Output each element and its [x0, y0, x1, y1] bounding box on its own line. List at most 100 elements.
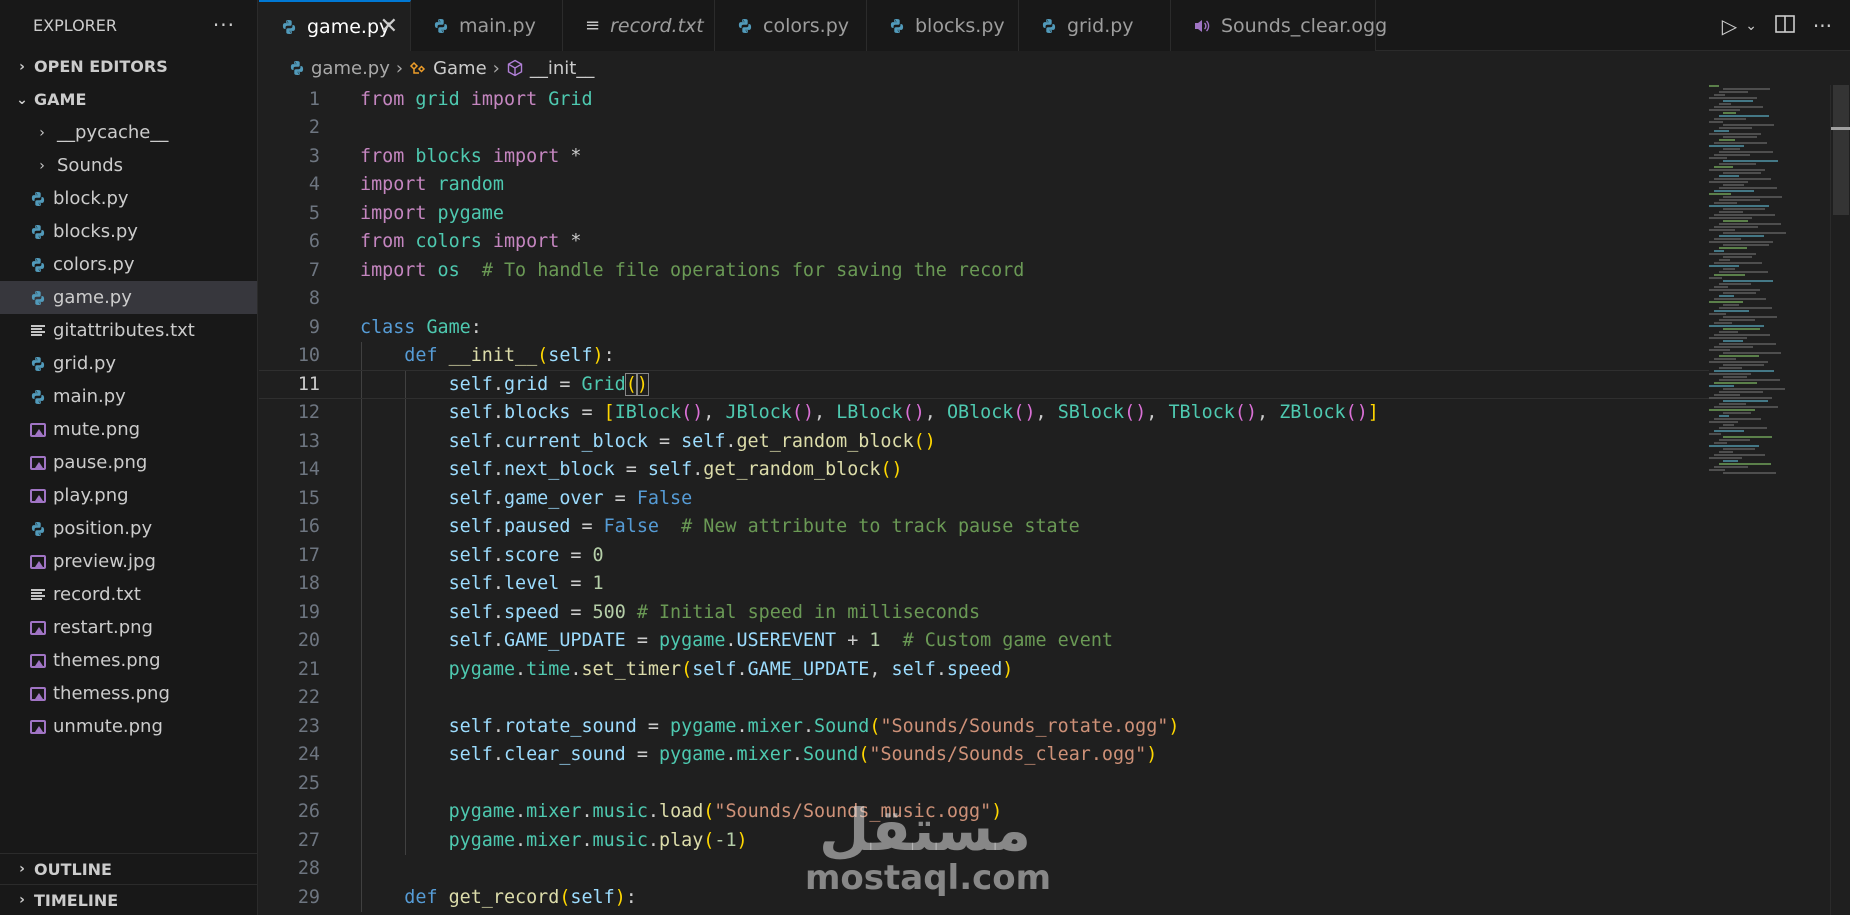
code-text: self.game_over = False: [448, 487, 693, 509]
minimap-line: [1723, 280, 1774, 282]
workspace-section[interactable]: ⌄ GAME: [0, 83, 257, 116]
tab-record-txt[interactable]: ≡ record.txt: [563, 0, 715, 51]
code-line[interactable]: 11 self.grid = Grid(): [259, 370, 1709, 399]
tree-folder[interactable]: › Sounds: [0, 149, 257, 182]
minimap-line: [1723, 100, 1754, 102]
tab-grid-py[interactable]: grid.py: [1019, 0, 1171, 51]
tree-file[interactable]: mute.png: [0, 413, 257, 446]
code-line[interactable]: 25: [259, 769, 1709, 798]
minimap-line: [1709, 241, 1773, 243]
cursor-position-marker: [1831, 127, 1850, 130]
tree-item-label: mute.png: [53, 419, 141, 440]
line-number: 21: [297, 658, 320, 680]
tree-file[interactable]: block.py: [0, 182, 257, 215]
tree-file[interactable]: restart.png: [0, 611, 257, 644]
code-line[interactable]: 15 self.game_over = False: [259, 484, 1709, 513]
line-number: 7: [308, 259, 320, 281]
code-line[interactable]: 22: [259, 684, 1709, 713]
open-editors-label: OPEN EDITORS: [34, 57, 168, 76]
run-dropdown-icon[interactable]: ⌄: [1745, 18, 1757, 34]
code-line[interactable]: 5 import pygame: [259, 199, 1709, 228]
code-line[interactable]: 3 from blocks import *: [259, 142, 1709, 171]
code-line[interactable]: 13 self.current_block = self.get_random_…: [259, 427, 1709, 456]
breadcrumb-class[interactable]: Game: [409, 58, 487, 79]
more-actions-icon[interactable]: ···: [1813, 14, 1832, 38]
tree-file[interactable]: game.py: [0, 281, 257, 314]
minimap-line: [1723, 316, 1778, 318]
code-line[interactable]: 6 from colors import *: [259, 228, 1709, 257]
line-number: 23: [297, 715, 320, 737]
tree-file[interactable]: play.png: [0, 479, 257, 512]
code-line[interactable]: 9 class Game:: [259, 313, 1709, 342]
code-line[interactable]: 21 pygame.time.set_timer(self.GAME_UPDAT…: [259, 655, 1709, 684]
tree-file[interactable]: colors.py: [0, 248, 257, 281]
minimap[interactable]: [1709, 85, 1799, 505]
timeline-panel[interactable]: › TIMELINE: [0, 884, 258, 915]
minimap-line: [1713, 310, 1749, 312]
breadcrumb-method[interactable]: __init__: [506, 58, 594, 79]
code-line[interactable]: 2: [259, 114, 1709, 143]
code-line[interactable]: 14 self.next_block = self.get_random_blo…: [259, 456, 1709, 485]
code-line[interactable]: 1 from grid import Grid: [259, 85, 1709, 114]
image-file-icon: [25, 455, 51, 470]
outline-panel[interactable]: › OUTLINE: [0, 853, 258, 884]
minimap-line: [1709, 169, 1765, 171]
tree-file[interactable]: themess.png: [0, 677, 257, 710]
minimap-line: [1723, 292, 1757, 294]
vertical-scrollbar[interactable]: [1830, 85, 1850, 915]
code-line[interactable]: 23 self.rotate_sound = pygame.mixer.Soun…: [259, 712, 1709, 741]
code-text: import pygame: [360, 202, 504, 224]
tree-file[interactable]: position.py: [0, 512, 257, 545]
split-editor-icon[interactable]: [1775, 14, 1795, 38]
tree-folder[interactable]: › __pycache__: [0, 116, 257, 149]
tree-file[interactable]: gitattributes.txt: [0, 314, 257, 347]
minimap-line: [1709, 289, 1760, 291]
code-line[interactable]: 4 import random: [259, 171, 1709, 200]
close-icon[interactable]: ✕: [380, 14, 398, 39]
code-line[interactable]: 24 self.clear_sound = pygame.mixer.Sound…: [259, 741, 1709, 770]
minimap-line: [1718, 379, 1780, 381]
tree-file[interactable]: blocks.py: [0, 215, 257, 248]
code-line[interactable]: 20 self.GAME_UPDATE = pygame.USEREVENT +…: [259, 627, 1709, 656]
code-line[interactable]: 7 import os # To handle file operations f…: [259, 256, 1709, 285]
code-editor[interactable]: 1 from grid import Grid 2 3 from blocks impo…: [259, 85, 1850, 915]
tree-file[interactable]: unmute.png: [0, 710, 257, 743]
chevron-right-icon: ›: [19, 892, 25, 908]
chevron-right-icon: ›: [39, 124, 45, 141]
minimap-line: [1709, 469, 1725, 471]
minimap-line: [1723, 352, 1782, 354]
code-text: def __init__(self):: [404, 345, 615, 367]
code-line[interactable]: 12 self.blocks = [IBlock(), JBlock(), LB…: [259, 399, 1709, 428]
minimap-line: [1718, 319, 1755, 321]
tree-file[interactable]: grid.py: [0, 347, 257, 380]
run-icon[interactable]: ▷: [1722, 14, 1737, 38]
tab-colors-py[interactable]: colors.py: [715, 0, 867, 51]
breadcrumb-file[interactable]: game.py: [289, 58, 390, 79]
tree-file[interactable]: themes.png: [0, 644, 257, 677]
python-icon: [25, 389, 51, 405]
tree-file[interactable]: preview.jpg: [0, 545, 257, 578]
code-line[interactable]: 19 self.speed = 500 # Initial speed in m…: [259, 598, 1709, 627]
tab-main-py[interactable]: main.py: [411, 0, 563, 51]
tree-file[interactable]: main.py: [0, 380, 257, 413]
tab-game-py[interactable]: game.py ✕: [259, 0, 411, 51]
python-icon: [25, 224, 51, 240]
code-line[interactable]: 16 self.paused = False # New attribute t…: [259, 513, 1709, 542]
tab-sounds-clear-ogg[interactable]: Sounds_clear.ogg: [1171, 0, 1387, 51]
minimap-line: [1709, 349, 1730, 351]
code-line[interactable]: 8: [259, 285, 1709, 314]
minimap-line: [1709, 457, 1742, 459]
code-line[interactable]: 10 def __init__(self):: [259, 342, 1709, 371]
open-editors-section[interactable]: › OPEN EDITORS: [0, 50, 257, 83]
tree-file[interactable]: record.txt: [0, 578, 257, 611]
more-actions-icon[interactable]: ···: [213, 13, 235, 37]
tab-blocks-py[interactable]: blocks.py: [867, 0, 1019, 51]
scroll-thumb[interactable]: [1833, 85, 1849, 215]
minimap-line: [1709, 217, 1752, 219]
line-number: 27: [297, 829, 320, 851]
code-line[interactable]: 17 self.score = 0: [259, 541, 1709, 570]
tree-file[interactable]: pause.png: [0, 446, 257, 479]
minimap-line: [1723, 220, 1749, 222]
chevron-right-icon: ›: [39, 157, 45, 174]
code-line[interactable]: 18 self.level = 1: [259, 570, 1709, 599]
